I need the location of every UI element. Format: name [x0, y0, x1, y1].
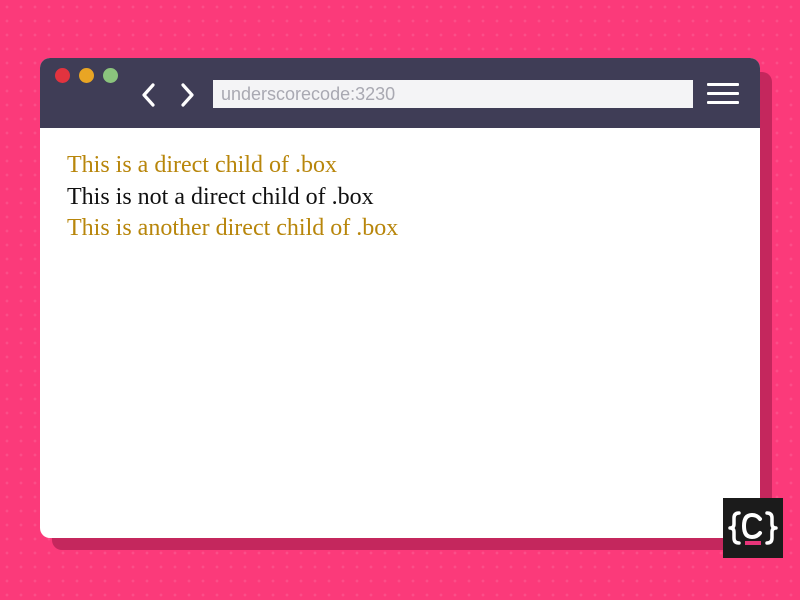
direct-child-line: This is another direct child of .box — [67, 215, 399, 241]
page-content: This is a direct child of .box This is n… — [67, 150, 727, 245]
browser-window: underscorecode:3230 This is a direct chi… — [40, 58, 760, 538]
chevron-right-icon — [181, 83, 194, 107]
menu-button[interactable] — [707, 82, 739, 106]
forward-button[interactable] — [176, 82, 198, 108]
address-bar[interactable]: underscorecode:3230 — [213, 80, 693, 108]
chevron-left-icon — [142, 83, 155, 107]
close-window-dot[interactable] — [55, 68, 70, 83]
back-button[interactable] — [138, 82, 160, 108]
direct-child-line: This is a direct child of .box — [67, 152, 337, 178]
underscorecode-logo — [723, 498, 783, 558]
browser-toolbar: underscorecode:3230 — [40, 58, 760, 128]
minimize-window-dot[interactable] — [79, 68, 94, 83]
underscorecode-logo-icon — [728, 511, 778, 545]
hamburger-menu-icon — [707, 83, 739, 86]
maximize-window-dot[interactable] — [103, 68, 118, 83]
non-direct-child-line: This is not a direct child of .box — [67, 183, 374, 210]
